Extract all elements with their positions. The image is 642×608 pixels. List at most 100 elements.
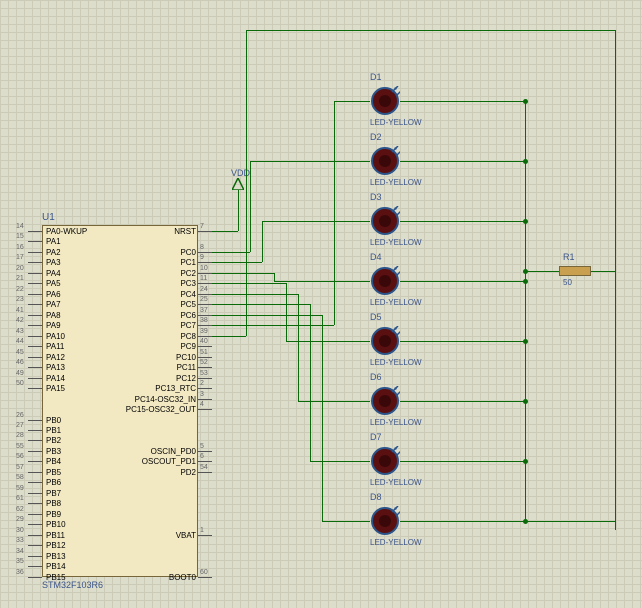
pin-label: OSCIN_PD0 xyxy=(151,447,196,456)
pin-stub xyxy=(198,388,212,389)
wire xyxy=(350,461,370,462)
pin-label: PC15-OSC32_OUT xyxy=(126,405,196,414)
wire xyxy=(310,304,311,461)
pin-label: PA0-WKUP xyxy=(46,227,87,236)
pin-num: 26 xyxy=(16,412,24,419)
vdd-label: VDD xyxy=(231,168,250,178)
pin-num: 36 xyxy=(16,569,24,576)
wire xyxy=(400,161,525,162)
pin-stub xyxy=(28,430,42,431)
pin-stub xyxy=(198,325,212,326)
pin-num: 35 xyxy=(16,558,24,565)
pin-label: PC0 xyxy=(180,248,196,257)
pin-stub xyxy=(28,577,42,578)
pin-label: PA1 xyxy=(46,237,61,246)
pin-num: 22 xyxy=(16,286,24,293)
wire xyxy=(400,221,525,222)
wire xyxy=(262,221,350,222)
pin-num: 3 xyxy=(200,391,204,398)
led-ref: D2 xyxy=(370,132,382,142)
pin-num: 51 xyxy=(200,349,208,356)
pin-num: 55 xyxy=(16,443,24,450)
pin-label: PC9 xyxy=(180,342,196,351)
pin-num: 38 xyxy=(200,317,208,324)
pin-label: BOOT0 xyxy=(169,573,196,582)
pin-stub xyxy=(28,262,42,263)
pin-label: PA5 xyxy=(46,279,61,288)
junction xyxy=(523,269,528,274)
pin-label: PB14 xyxy=(46,562,66,571)
pin-stub xyxy=(28,315,42,316)
pin-num: 4 xyxy=(200,401,204,408)
pin-label: PB7 xyxy=(46,489,61,498)
pin-stub xyxy=(198,273,212,274)
pin-num: 21 xyxy=(16,275,24,282)
pin-label: PB1 xyxy=(46,426,61,435)
wire xyxy=(350,341,370,342)
wire xyxy=(262,221,263,262)
wire xyxy=(274,281,350,282)
pin-label: OSCOUT_PD1 xyxy=(142,457,196,466)
wire xyxy=(400,281,525,282)
led-ref: D8 xyxy=(370,492,382,502)
pin-num: 2 xyxy=(200,380,204,387)
pin-num: 62 xyxy=(16,506,24,513)
wire xyxy=(250,161,350,162)
wire xyxy=(250,161,251,252)
pin-stub xyxy=(28,566,42,567)
pin-label: PC7 xyxy=(180,321,196,330)
wire xyxy=(298,294,299,401)
led-d2 xyxy=(370,146,400,176)
pin-label: PA13 xyxy=(46,363,65,372)
pin-stub xyxy=(28,503,42,504)
pin-label: NRST xyxy=(174,227,196,236)
led-d8 xyxy=(370,506,400,536)
pin-label: PA14 xyxy=(46,374,65,383)
pin-label: PC3 xyxy=(180,279,196,288)
wire-bus-right xyxy=(615,30,616,530)
pin-num: 25 xyxy=(200,296,208,303)
wire xyxy=(322,521,350,522)
pin-num: 7 xyxy=(200,223,204,230)
pin-stub xyxy=(28,367,42,368)
pin-num: 49 xyxy=(16,370,24,377)
pin-num: 10 xyxy=(200,265,208,272)
pin-stub xyxy=(198,367,212,368)
pin-num: 58 xyxy=(16,474,24,481)
led-d3 xyxy=(370,206,400,236)
pin-label: PB8 xyxy=(46,499,61,508)
pin-num: 24 xyxy=(200,286,208,293)
wire xyxy=(591,271,615,272)
led-type: LED-YELLOW xyxy=(370,178,422,187)
pin-num: 41 xyxy=(16,307,24,314)
pin-stub xyxy=(28,378,42,379)
pin-num: 16 xyxy=(16,244,24,251)
wire xyxy=(286,283,287,341)
pin-num: 57 xyxy=(16,464,24,471)
led-d5 xyxy=(370,326,400,356)
wire xyxy=(400,401,525,402)
pin-label: PA2 xyxy=(46,248,61,257)
wire xyxy=(350,161,370,162)
pin-stub xyxy=(28,283,42,284)
pin-stub xyxy=(28,461,42,462)
pin-num: 43 xyxy=(16,328,24,335)
pin-stub xyxy=(28,451,42,452)
wire xyxy=(274,273,275,281)
pin-num: 27 xyxy=(16,422,24,429)
pin-label: PB9 xyxy=(46,510,61,519)
pin-label: PA11 xyxy=(46,342,64,351)
pin-stub xyxy=(28,420,42,421)
pin-stub xyxy=(28,346,42,347)
pin-num: 45 xyxy=(16,349,24,356)
led-ref: D4 xyxy=(370,252,382,262)
pin-stub xyxy=(198,399,212,400)
pin-label: PC14-OSC32_IN xyxy=(135,395,196,404)
pin-num: 56 xyxy=(16,453,24,460)
wire xyxy=(400,521,525,522)
pin-label: PC8 xyxy=(180,332,196,341)
pin-stub xyxy=(28,294,42,295)
pin-label: PA6 xyxy=(46,290,61,299)
pin-num: 28 xyxy=(16,432,24,439)
pin-label: PA10 xyxy=(46,332,65,341)
